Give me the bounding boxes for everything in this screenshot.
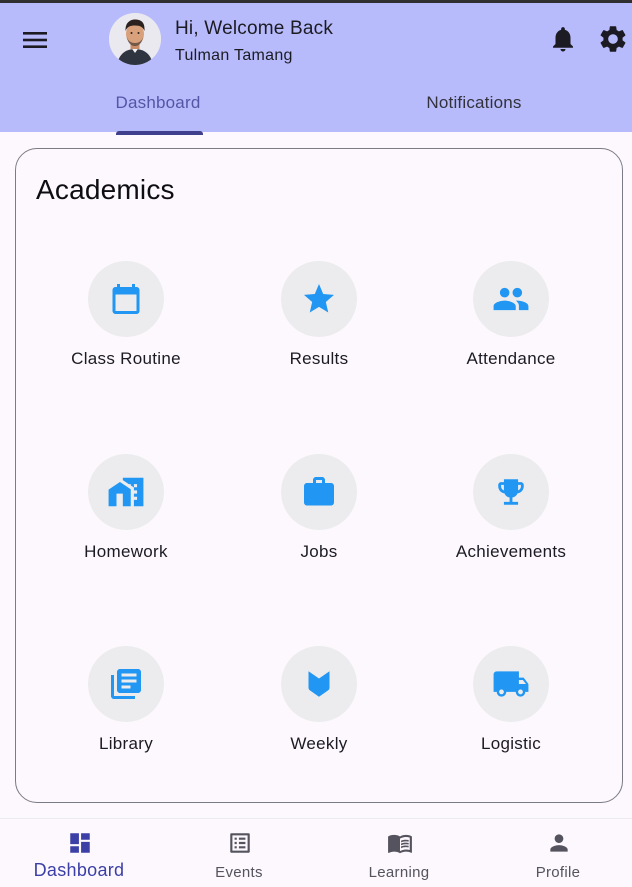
item-label: Attendance bbox=[466, 349, 556, 368]
tab-indicator bbox=[116, 131, 203, 135]
truck-icon bbox=[473, 646, 549, 722]
academic-item-homework[interactable]: Homework bbox=[26, 454, 226, 584]
item-label: Jobs bbox=[300, 542, 338, 561]
app-root: Hi, Welcome Back Tulman Tamang Dashboard… bbox=[0, 0, 632, 887]
calendar-icon bbox=[88, 261, 164, 337]
dashboard-icon bbox=[67, 830, 93, 856]
academic-item-library[interactable]: Library bbox=[26, 646, 226, 776]
academic-item-results[interactable]: Results bbox=[219, 261, 419, 391]
bottom-navigation: Dashboard Events Learning Profile bbox=[0, 818, 632, 887]
nav-events[interactable]: Events bbox=[160, 819, 318, 887]
book-icon bbox=[385, 830, 415, 856]
section-title: Academics bbox=[36, 174, 175, 205]
nav-label: Profile bbox=[535, 864, 581, 881]
item-label: Results bbox=[289, 349, 349, 368]
gear-icon[interactable] bbox=[597, 23, 629, 55]
academic-item-attendance[interactable]: Attendance bbox=[411, 261, 611, 391]
avatar[interactable] bbox=[109, 13, 161, 65]
person-icon bbox=[546, 830, 572, 856]
star-icon bbox=[281, 261, 357, 337]
bell-icon[interactable] bbox=[548, 23, 578, 55]
item-label: Homework bbox=[84, 542, 168, 561]
academic-item-weekly[interactable]: Weekly bbox=[219, 646, 419, 776]
briefcase-icon bbox=[281, 454, 357, 530]
tab-notifications[interactable]: Notifications bbox=[316, 93, 632, 135]
academic-item-class-routine[interactable]: Class Routine bbox=[26, 261, 226, 391]
nav-label: Learning bbox=[368, 864, 430, 881]
academic-item-achievements[interactable]: Achievements bbox=[411, 454, 611, 584]
menu-icon[interactable] bbox=[20, 25, 50, 55]
user-name: Tulman Tamang bbox=[175, 47, 293, 64]
nav-learning[interactable]: Learning bbox=[320, 819, 478, 887]
item-label: Achievements bbox=[455, 542, 567, 561]
list-alt-icon bbox=[227, 830, 253, 856]
item-label: Library bbox=[98, 734, 154, 753]
people-icon bbox=[473, 261, 549, 337]
item-label: Class Routine bbox=[71, 349, 181, 368]
label-tag-icon bbox=[281, 646, 357, 722]
library-books-icon bbox=[88, 646, 164, 722]
nav-label: Dashboard bbox=[33, 860, 125, 880]
tab-notifications-label: Notifications bbox=[426, 93, 522, 112]
nav-label: Events bbox=[215, 864, 263, 881]
trophy-icon bbox=[473, 454, 549, 530]
nav-dashboard[interactable]: Dashboard bbox=[0, 819, 158, 887]
item-label: Logistic bbox=[480, 734, 542, 753]
academics-card: Academics Class Routine Results Attendan… bbox=[15, 148, 623, 803]
home-work-icon bbox=[88, 454, 164, 530]
greeting-text: Hi, Welcome Back bbox=[175, 18, 334, 39]
academic-item-logistic[interactable]: Logistic bbox=[411, 646, 611, 776]
tab-dashboard-label: Dashboard bbox=[115, 93, 201, 112]
academic-item-jobs[interactable]: Jobs bbox=[219, 454, 419, 584]
tab-dashboard[interactable]: Dashboard bbox=[0, 93, 316, 135]
item-label: Weekly bbox=[290, 734, 348, 753]
nav-profile[interactable]: Profile bbox=[479, 819, 632, 887]
app-header: Hi, Welcome Back Tulman Tamang Dashboard… bbox=[0, 0, 632, 135]
